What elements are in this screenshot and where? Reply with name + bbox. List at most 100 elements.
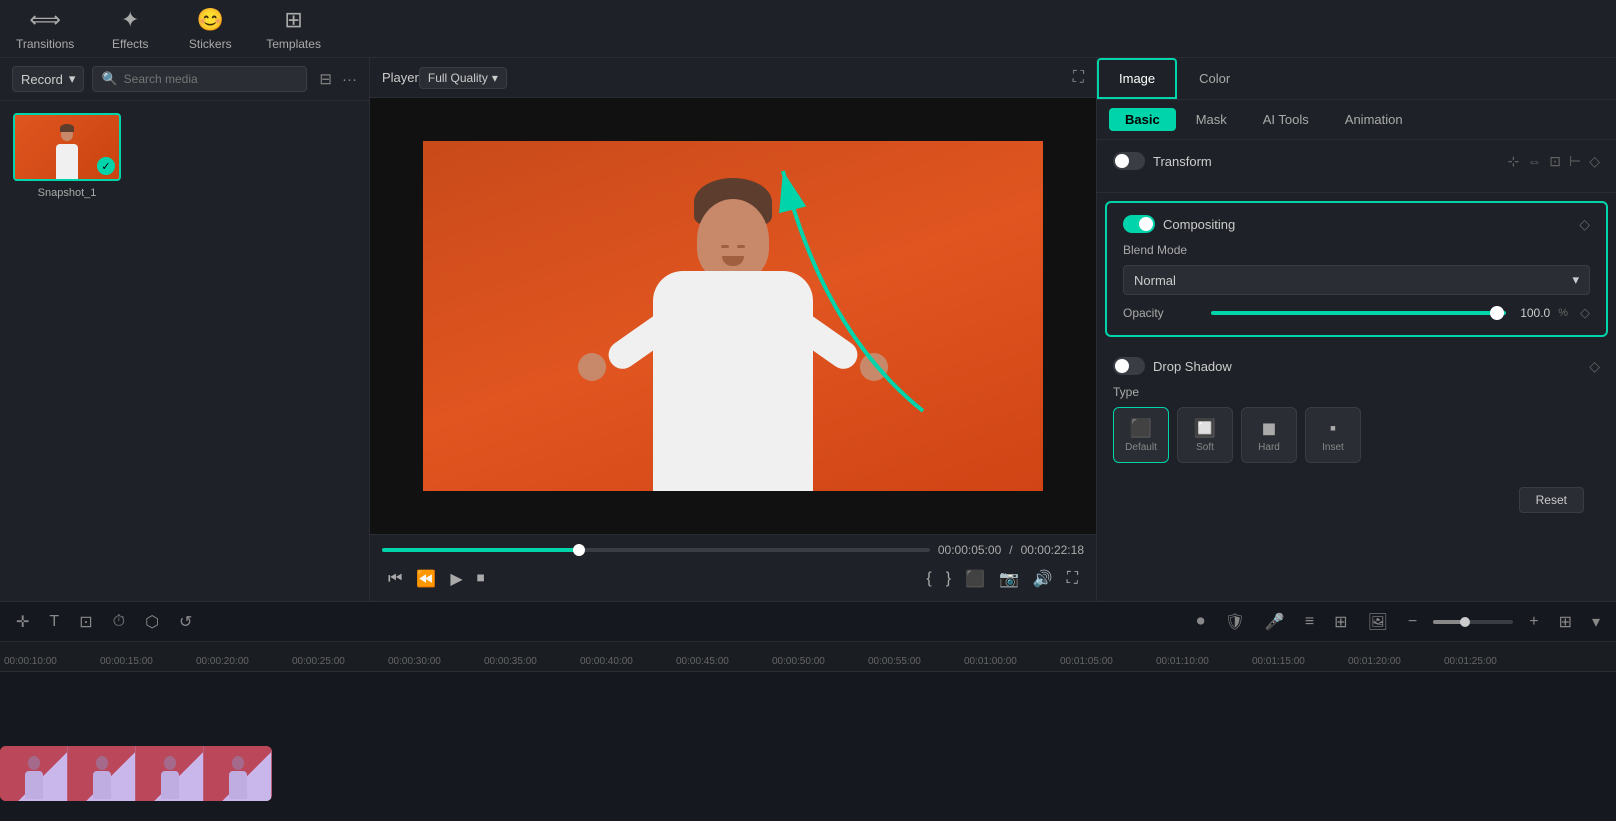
text-tool-button[interactable]: T xyxy=(45,611,63,633)
timer-tool-button[interactable]: ⏱ xyxy=(109,611,129,633)
opacity-slider[interactable] xyxy=(1211,303,1506,323)
media-thumbnail[interactable]: ✓ xyxy=(13,113,121,181)
ruler-mark: 00:00:45:00 xyxy=(672,656,768,667)
compositing-toggle[interactable] xyxy=(1123,215,1155,233)
more-icon[interactable]: ··· xyxy=(342,71,357,88)
ruler-mark: 00:00:35:00 xyxy=(480,656,576,667)
ruler-mark: 00:00:30:00 xyxy=(384,656,480,667)
timeline-mic-button[interactable]: 🎤 xyxy=(1261,610,1289,634)
zoom-out-button[interactable]: − xyxy=(1404,611,1421,633)
subtab-mask[interactable]: Mask xyxy=(1180,108,1243,131)
transitions-tool[interactable]: ⟺ Transitions xyxy=(16,7,74,51)
timeline-grid-button[interactable]: ⊞ xyxy=(1330,610,1351,634)
zoom-slider[interactable] xyxy=(1433,620,1513,624)
reset-button[interactable]: Reset xyxy=(1519,487,1584,513)
progress-bar[interactable] xyxy=(382,548,930,552)
media-library: ✓ Snapshot_1 xyxy=(0,101,369,601)
select-tool-button[interactable]: ✛ xyxy=(12,610,33,634)
stop-button[interactable]: ⏹ xyxy=(471,566,491,592)
video-frame xyxy=(423,141,1043,491)
subtab-aitools[interactable]: AI Tools xyxy=(1247,108,1325,131)
tab-color[interactable]: Color xyxy=(1177,58,1252,99)
frame-back-button[interactable]: ⏪ xyxy=(410,565,442,593)
templates-icon: ⊞ xyxy=(284,7,302,33)
right-panel-subtabs: Basic Mask AI Tools Animation xyxy=(1097,100,1616,140)
top-toolbar: ⟺ Transitions ✦ Effects 😊 Stickers ⊞ Tem… xyxy=(0,0,1616,58)
video-container xyxy=(370,98,1096,534)
play-button[interactable]: ▶ xyxy=(444,565,468,593)
ruler-mark: 00:00:10:00 xyxy=(0,656,96,667)
grid-view-button[interactable]: ⊞ xyxy=(1555,610,1576,634)
quality-label: Full Quality xyxy=(428,71,488,85)
filter-icon[interactable]: ⊟ xyxy=(319,70,332,88)
ruler-mark: 00:01:20:00 xyxy=(1344,656,1440,667)
ruler-mark: 00:01:05:00 xyxy=(1056,656,1152,667)
record-dropdown[interactable]: Record ▾ xyxy=(12,66,84,92)
opacity-keyframe-icon[interactable]: ◇ xyxy=(1580,305,1590,321)
search-box[interactable]: 🔍 xyxy=(92,66,307,92)
drop-shadow-keyframe-icon[interactable]: ◇ xyxy=(1589,358,1600,375)
more-options-button[interactable]: ▾ xyxy=(1588,610,1604,634)
compositing-keyframe-icon[interactable]: ◇ xyxy=(1579,216,1590,233)
subtab-animation[interactable]: Animation xyxy=(1329,108,1419,131)
video-track[interactable] xyxy=(0,746,272,801)
progress-thumb[interactable] xyxy=(573,544,585,556)
timeline-shield-button[interactable]: 🛡 xyxy=(1221,610,1249,634)
drop-shadow-toggle[interactable] xyxy=(1113,357,1145,375)
quality-select[interactable]: Full Quality ▾ xyxy=(419,67,507,89)
subtab-basic[interactable]: Basic xyxy=(1109,108,1176,131)
tab-image[interactable]: Image xyxy=(1097,58,1177,99)
ruler-mark: 00:00:50:00 xyxy=(768,656,864,667)
transform-diamond-icon: ◇ xyxy=(1589,153,1600,170)
timeline-play-button[interactable]: ⏺ xyxy=(1193,611,1209,633)
ruler-mark: 00:01:10:00 xyxy=(1152,656,1248,667)
snapshot-button[interactable]: 📷 xyxy=(993,565,1025,593)
templates-tool[interactable]: ⊞ Templates xyxy=(266,7,321,51)
step-back-button[interactable]: ⏮ xyxy=(382,566,408,592)
caption-button[interactable]: ⬛ xyxy=(959,565,991,593)
type-inset-icon: ▪ xyxy=(1330,418,1336,439)
media-item[interactable]: ✓ Snapshot_1 xyxy=(12,113,122,199)
blend-mode-label: Blend Mode xyxy=(1123,243,1203,257)
opacity-label: Opacity xyxy=(1123,306,1203,320)
mark-in-button[interactable]: { xyxy=(920,566,937,592)
type-hard-label: Hard xyxy=(1258,442,1280,453)
volume-button[interactable]: 🔊 xyxy=(1027,565,1059,593)
blend-mode-select[interactable]: Normal ▾ xyxy=(1123,265,1590,295)
type-inset[interactable]: ▪ Inset xyxy=(1305,407,1361,463)
shape-tool-button[interactable]: ⬡ xyxy=(141,610,163,634)
quality-chevron-icon: ▾ xyxy=(492,71,498,85)
stickers-tool[interactable]: 😊 Stickers xyxy=(186,7,234,51)
left-panel: Record ▾ 🔍 ⊟ ··· xyxy=(0,58,370,601)
ruler-mark: 00:00:25:00 xyxy=(288,656,384,667)
effects-tool[interactable]: ✦ Effects xyxy=(106,7,154,51)
zoom-thumb[interactable] xyxy=(1460,617,1470,627)
type-hard[interactable]: ◼ Hard xyxy=(1241,407,1297,463)
timeline-image-button[interactable]: 🖼 xyxy=(1364,610,1392,634)
fullscreen-button[interactable]: ⛶ xyxy=(1061,566,1084,592)
drop-shadow-header: Drop Shadow ◇ xyxy=(1113,357,1600,375)
transform-title: Transform xyxy=(1153,154,1500,169)
ruler-mark: 00:00:20:00 xyxy=(192,656,288,667)
fullscreen-icon[interactable]: ⛶ xyxy=(1073,69,1084,87)
progress-bar-container: 00:00:05:00 / 00:00:22:18 xyxy=(382,543,1084,557)
player-header: Player Full Quality ▾ ⛶ xyxy=(370,58,1096,98)
type-soft[interactable]: 🔲 Soft xyxy=(1177,407,1233,463)
crop-tool-button[interactable]: ⊡ xyxy=(75,610,96,634)
opacity-fill xyxy=(1211,311,1506,315)
timeline-caption-button[interactable]: ≡ xyxy=(1301,611,1318,633)
transform-toggle[interactable] xyxy=(1113,152,1145,170)
compositing-section: Compositing ◇ Blend Mode Normal ▾ Opacit… xyxy=(1105,201,1608,337)
transform-header: Transform ⊹ ⇔ ⊡ ⊢ ◇ xyxy=(1113,152,1600,170)
redo-tool-button[interactable]: ↺ xyxy=(175,610,196,634)
zoom-in-button[interactable]: + xyxy=(1525,611,1542,633)
search-icon: 🔍 xyxy=(101,71,117,87)
ruler-mark: 00:00:40:00 xyxy=(576,656,672,667)
opacity-thumb[interactable] xyxy=(1490,306,1504,320)
effects-icon: ✦ xyxy=(121,7,139,33)
search-input[interactable] xyxy=(124,72,299,86)
type-default[interactable]: ⬛ Default xyxy=(1113,407,1169,463)
transform-crop-icon: ⊡ xyxy=(1549,153,1561,170)
media-name: Snapshot_1 xyxy=(38,187,97,199)
mark-out-button[interactable]: } xyxy=(940,566,957,592)
